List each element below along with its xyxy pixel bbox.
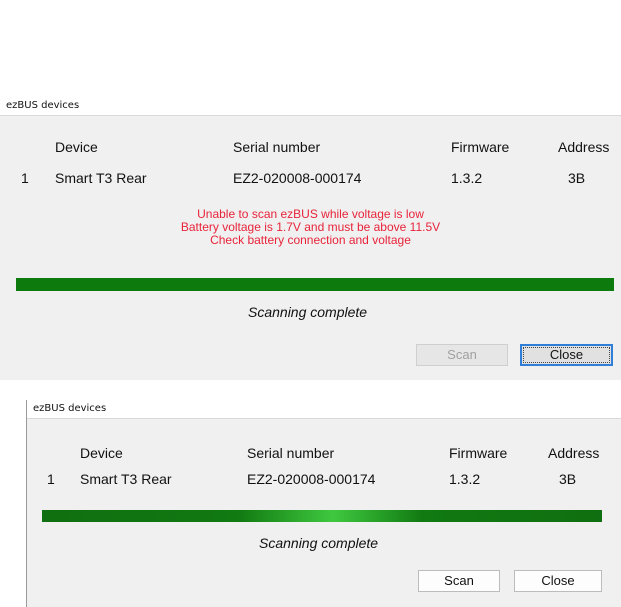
ezbus-devices-dialog-1: ezBUS devices Device Serial number Firmw… <box>0 97 621 380</box>
header-serial-number: Serial number <box>233 139 321 155</box>
header-device: Device <box>55 139 98 155</box>
scan-progress-bar <box>42 510 602 522</box>
header-firmware: Firmware <box>449 445 508 461</box>
header-device: Device <box>80 445 123 461</box>
header-serial-number: Serial number <box>247 445 335 461</box>
row-device: Smart T3 Rear <box>55 170 147 186</box>
header-firmware: Firmware <box>451 139 510 155</box>
scan-button[interactable]: Scan <box>416 344 508 366</box>
scan-progress-bar <box>16 278 614 291</box>
row-serial: EZ2-020008-000174 <box>247 471 376 487</box>
dialog-title: ezBUS devices <box>27 400 621 419</box>
header-address: Address <box>558 139 610 155</box>
warning-line-3: Check battery connection and voltage <box>210 233 411 247</box>
close-button[interactable]: Close <box>520 344 613 366</box>
close-button[interactable]: Close <box>514 570 602 592</box>
ezbus-devices-dialog-2: ezBUS devices Device Serial number Firmw… <box>26 400 621 607</box>
scan-button[interactable]: Scan <box>418 570 500 592</box>
row-address: 3B <box>568 170 586 186</box>
status-text: Scanning complete <box>248 304 368 320</box>
header-address: Address <box>548 445 600 461</box>
status-text: Scanning complete <box>259 535 379 551</box>
row-device: Smart T3 Rear <box>80 471 172 487</box>
dialog-title: ezBUS devices <box>0 97 621 116</box>
row-firmware: 1.3.2 <box>449 471 481 487</box>
row-index: 1 <box>47 471 55 487</box>
row-address: 3B <box>559 471 577 487</box>
row-serial: EZ2-020008-000174 <box>233 170 362 186</box>
row-index: 1 <box>21 170 29 186</box>
row-firmware: 1.3.2 <box>451 170 483 186</box>
